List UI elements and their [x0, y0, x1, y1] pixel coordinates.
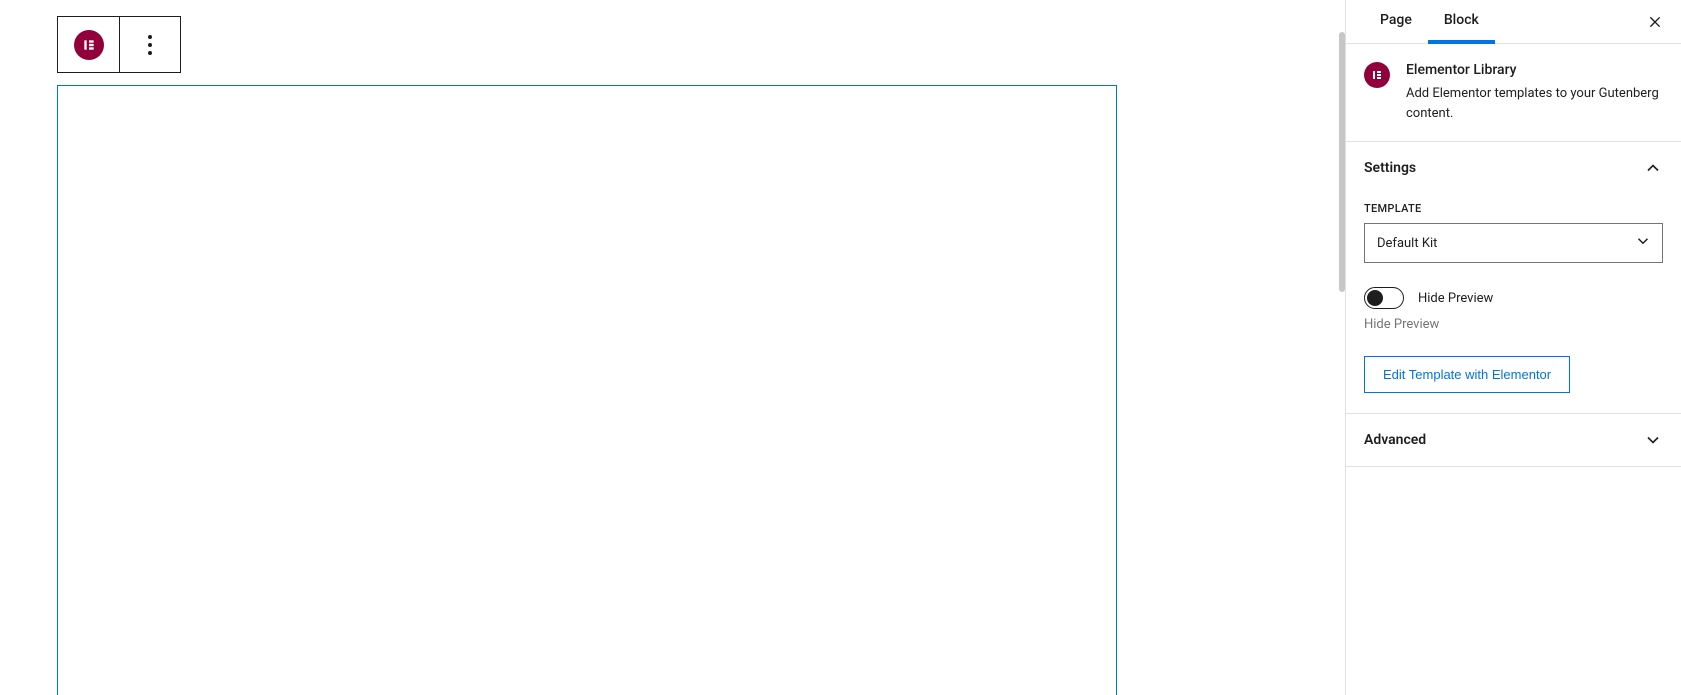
block-toolbar	[57, 16, 181, 73]
block-options-button[interactable]	[119, 17, 180, 72]
tab-block[interactable]: Block	[1428, 0, 1495, 44]
sidebar-tabs: Page Block	[1346, 0, 1681, 44]
template-label: Template	[1364, 202, 1663, 215]
hide-preview-toggle[interactable]	[1364, 287, 1404, 309]
template-value: Default Kit	[1377, 236, 1437, 251]
settings-heading: Settings	[1364, 160, 1416, 176]
block-description: Add Elementor templates to your Gutenber…	[1406, 84, 1663, 123]
edit-template-button[interactable]: Edit Template with Elementor	[1364, 356, 1570, 393]
template-select[interactable]: Default Kit	[1364, 223, 1663, 263]
advanced-panel: Advanced	[1346, 414, 1681, 467]
settings-panel-toggle[interactable]: Settings	[1346, 142, 1681, 194]
settings-sidebar: Page Block Elementor Library Add Element…	[1345, 0, 1681, 695]
close-sidebar-button[interactable]	[1637, 4, 1673, 40]
hide-preview-description: Hide Preview	[1364, 317, 1663, 332]
hide-preview-label: Hide Preview	[1418, 291, 1493, 306]
tab-page[interactable]: Page	[1364, 0, 1428, 44]
editor-canvas[interactable]	[0, 0, 1345, 695]
block-info: Elementor Library Add Elementor template…	[1346, 44, 1681, 142]
block-type-button[interactable]	[58, 17, 119, 72]
elementor-icon	[74, 30, 104, 60]
block-name: Elementor Library	[1406, 62, 1663, 78]
toggle-knob	[1367, 290, 1383, 306]
elementor-library-block[interactable]	[57, 85, 1117, 695]
chevron-down-icon	[1643, 430, 1663, 450]
close-icon	[1647, 14, 1663, 30]
chevron-down-icon	[1634, 232, 1652, 250]
scrollbar-thumb[interactable]	[1339, 32, 1345, 292]
chevron-up-icon	[1643, 158, 1663, 178]
elementor-icon	[1364, 62, 1390, 88]
settings-panel: Settings Template Default Kit Hide Previ…	[1346, 142, 1681, 414]
more-vertical-icon	[148, 35, 152, 55]
advanced-heading: Advanced	[1364, 432, 1426, 448]
advanced-panel-toggle[interactable]: Advanced	[1346, 414, 1681, 466]
scrollbar[interactable]	[1337, 32, 1345, 695]
